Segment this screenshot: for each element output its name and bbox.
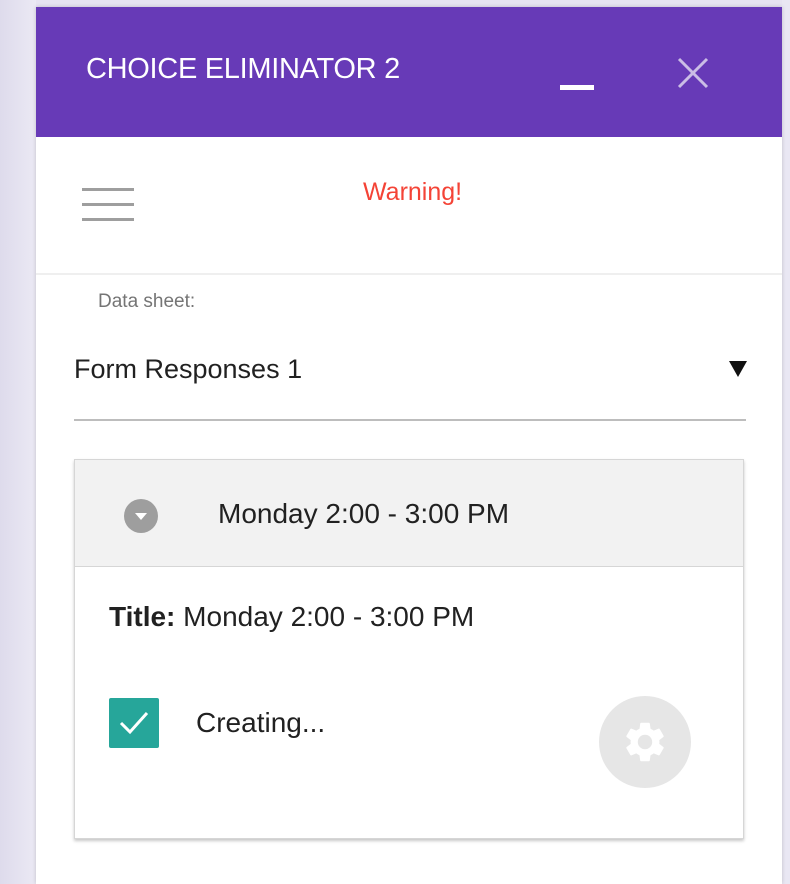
triangle-down-icon — [729, 361, 747, 377]
minimize-button[interactable] — [552, 47, 604, 97]
settings-button[interactable] — [599, 696, 691, 788]
title-bar: CHOICE ELIMINATOR 2 — [36, 7, 782, 137]
question-title-label: Title: — [109, 601, 176, 632]
data-sheet-selected-value: Form Responses 1 — [74, 354, 303, 384]
question-title-value: Monday 2:00 - 3:00 PM — [183, 601, 475, 632]
app-title: CHOICE ELIMINATOR 2 — [86, 53, 400, 85]
hamburger-bar-2 — [82, 203, 134, 206]
toolbar: Warning! — [36, 137, 782, 275]
menu-button[interactable] — [76, 179, 140, 231]
question-card-header[interactable]: Monday 2:00 - 3:00 PM — [75, 460, 743, 567]
add-on-sidebar-panel: CHOICE ELIMINATOR 2 Warning! Data sheet:… — [36, 7, 782, 884]
close-button[interactable] — [670, 47, 720, 97]
status-checkbox[interactable] — [109, 698, 159, 748]
status-text: Creating... — [196, 707, 326, 738]
chevron-down-circle-icon[interactable] — [123, 498, 159, 534]
background-right — [782, 0, 790, 884]
checkmark-icon — [119, 711, 149, 735]
hamburger-menu-icon — [82, 188, 134, 191]
minimize-icon — [560, 85, 594, 90]
question-card: Monday 2:00 - 3:00 PM Title: Monday 2:00… — [74, 459, 744, 839]
question-title-row: Title: Monday 2:00 - 3:00 PM — [109, 600, 474, 634]
data-sheet-select[interactable]: Form Responses 1 — [74, 337, 747, 421]
warning-message[interactable]: Warning! — [363, 177, 462, 207]
data-sheet-label: Data sheet: — [98, 291, 196, 312]
gear-icon — [626, 722, 664, 762]
question-card-header-title: Monday 2:00 - 3:00 PM — [218, 498, 510, 529]
hamburger-bar-3 — [82, 218, 134, 221]
background-left — [0, 0, 36, 884]
close-icon — [677, 57, 709, 89]
